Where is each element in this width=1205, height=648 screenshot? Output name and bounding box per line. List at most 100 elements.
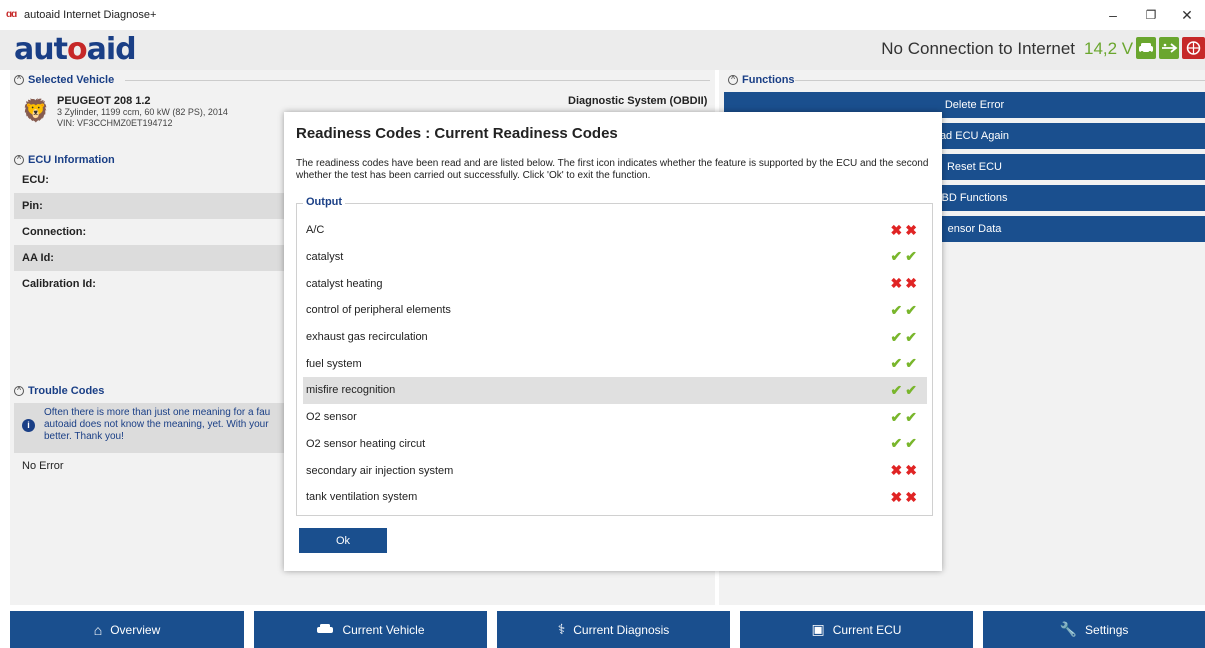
- readiness-row[interactable]: exhaust gas recirculation ✔ ✔: [303, 324, 927, 351]
- stethoscope-icon: ⚕: [557, 621, 566, 637]
- readiness-label: O2 sensor heating circut: [306, 437, 426, 450]
- cross-icon: ✖: [905, 221, 917, 238]
- globe-icon: [1182, 37, 1205, 59]
- peugeot-lion-icon: 🦁: [22, 98, 50, 123]
- check-icon: ✔: [890, 301, 903, 318]
- ok-button[interactable]: Ok: [299, 528, 387, 553]
- check-icon: ✔: [905, 355, 917, 372]
- readiness-label: control of peripheral elements: [306, 304, 451, 317]
- status-marks: ✖ ✖: [891, 489, 917, 506]
- calibration-id-row: Calibration Id:: [22, 278, 96, 290]
- trouble-status: No Error: [22, 460, 64, 472]
- collapse-icon: ^: [728, 75, 738, 85]
- selected-vehicle-header[interactable]: ^ Selected Vehicle: [14, 74, 114, 86]
- check-icon: ✔: [905, 328, 917, 345]
- readiness-row[interactable]: secondary air injection system ✖ ✖: [303, 457, 927, 484]
- status-marks: ✖ ✖: [891, 222, 917, 239]
- nav-current-diagnosis[interactable]: ⚕ Current Diagnosis: [497, 611, 730, 648]
- connection-status: No Connection to Internet: [881, 39, 1075, 58]
- check-icon: ✔: [905, 381, 917, 398]
- readiness-label: A/C: [306, 224, 325, 237]
- readiness-row[interactable]: misfire recognition ✔ ✔: [303, 377, 927, 404]
- check-icon: ✔: [890, 355, 903, 372]
- readiness-row[interactable]: O2 sensor ✔ ✔: [303, 404, 927, 431]
- collapse-icon: ^: [14, 155, 24, 165]
- status-marks: ✔ ✔: [891, 382, 917, 399]
- connection-row: Connection:: [22, 226, 87, 238]
- readiness-label: catalyst: [306, 250, 344, 263]
- title-bar: ɑɑ autoaid Internet Diagnose+ – ❐ ✕: [0, 0, 1205, 30]
- car-icon: [316, 622, 334, 638]
- minimize-button[interactable]: –: [1098, 4, 1128, 26]
- status-marks: ✔ ✔: [891, 302, 917, 319]
- readiness-row[interactable]: fuel system ✔ ✔: [303, 351, 927, 378]
- info-icon: i: [22, 419, 35, 432]
- readiness-label: catalyst heating: [306, 277, 383, 290]
- app-icon: ɑɑ: [6, 9, 17, 20]
- vehicle-vin: VIN: VF3CCHMZ0ET194712: [57, 118, 173, 128]
- check-icon: ✔: [905, 435, 917, 452]
- cross-icon: ✖: [905, 488, 917, 505]
- status-marks: ✖ ✖: [891, 462, 917, 479]
- wrench-icon: 🔧: [1059, 621, 1078, 637]
- status-marks: ✔ ✔: [891, 409, 917, 426]
- diagnostic-system: Diagnostic System (OBDII): [568, 95, 708, 107]
- check-icon: ✔: [890, 381, 903, 398]
- aa-id-row: AA Id:: [14, 245, 284, 271]
- output-label: Output: [303, 196, 346, 208]
- voltage-readout: 14,2 V: [1084, 39, 1134, 58]
- check-icon: ✔: [905, 248, 917, 265]
- readiness-label: fuel system: [306, 357, 362, 370]
- vehicle-name: PEUGEOT 208 1.2: [57, 95, 151, 107]
- vehicle-specs: 3 Zylinder, 1199 ccm, 60 kW (82 PS), 201…: [57, 107, 228, 117]
- nav-current-ecu[interactable]: ▣ Current ECU: [740, 611, 973, 648]
- readiness-label: exhaust gas recirculation: [306, 331, 428, 344]
- cross-icon: ✖: [890, 488, 903, 505]
- check-icon: ✔: [905, 301, 917, 318]
- divider: [125, 80, 710, 81]
- home-icon: ⌂: [93, 621, 103, 638]
- trouble-note: i Often there is more than just one mean…: [14, 403, 284, 453]
- dialog-description: The readiness codes have been read and a…: [296, 158, 929, 181]
- functions-header[interactable]: ^ Functions: [728, 74, 795, 86]
- chip-icon: ▣: [811, 621, 825, 637]
- cross-icon: ✖: [890, 275, 903, 292]
- window-title: autoaid Internet Diagnose+: [24, 9, 157, 21]
- readiness-row[interactable]: A/C ✖ ✖: [303, 217, 927, 244]
- readiness-label: tank ventilation system: [306, 491, 418, 504]
- maximize-button[interactable]: ❐: [1136, 4, 1166, 26]
- ecu-row: ECU:: [22, 174, 49, 186]
- trouble-codes-header[interactable]: ^ Trouble Codes: [14, 385, 104, 397]
- ecu-info-header[interactable]: ^ ECU Information: [14, 154, 115, 166]
- pin-row: Pin:: [14, 193, 284, 219]
- status-marks: ✔ ✔: [891, 435, 917, 452]
- cross-icon: ✖: [905, 462, 917, 479]
- readiness-label: misfire recognition: [306, 384, 396, 397]
- car-icon: [1136, 37, 1156, 59]
- check-icon: ✔: [890, 328, 903, 345]
- nav-current-vehicle[interactable]: Current Vehicle: [254, 611, 487, 648]
- app-header: autoaid No Connection to Internet 14,2 V: [0, 30, 1205, 70]
- check-icon: ✔: [890, 435, 903, 452]
- output-box: Output A/C ✖ ✖ catalyst ✔ ✔ catalyst heating ✖ ✖…: [296, 196, 933, 516]
- status-marks: ✖ ✖: [891, 275, 917, 292]
- readiness-codes-dialog: Readiness Codes : Current Readiness Code…: [284, 112, 942, 571]
- readiness-row[interactable]: O2 sensor heating circut ✔ ✔: [303, 431, 927, 458]
- readiness-label: O2 sensor: [306, 411, 357, 424]
- usb-icon: [1159, 37, 1179, 59]
- autoaid-logo: autoaid: [14, 32, 137, 67]
- check-icon: ✔: [890, 408, 903, 425]
- close-button[interactable]: ✕: [1172, 4, 1202, 26]
- nav-settings[interactable]: 🔧 Settings: [983, 611, 1205, 648]
- readiness-row[interactable]: catalyst ✔ ✔: [303, 244, 927, 271]
- nav-overview[interactable]: ⌂ Overview: [10, 611, 244, 648]
- collapse-icon: ^: [14, 75, 24, 85]
- cross-icon: ✖: [905, 275, 917, 292]
- status-marks: ✔ ✔: [891, 329, 917, 346]
- readiness-row[interactable]: catalyst heating ✖ ✖: [303, 270, 927, 297]
- readiness-label: secondary air injection system: [306, 464, 454, 477]
- dialog-title: Readiness Codes : Current Readiness Code…: [296, 125, 618, 142]
- readiness-row[interactable]: tank ventilation system ✖ ✖: [303, 484, 927, 511]
- readiness-row[interactable]: control of peripheral elements ✔ ✔: [303, 297, 927, 324]
- check-icon: ✔: [905, 408, 917, 425]
